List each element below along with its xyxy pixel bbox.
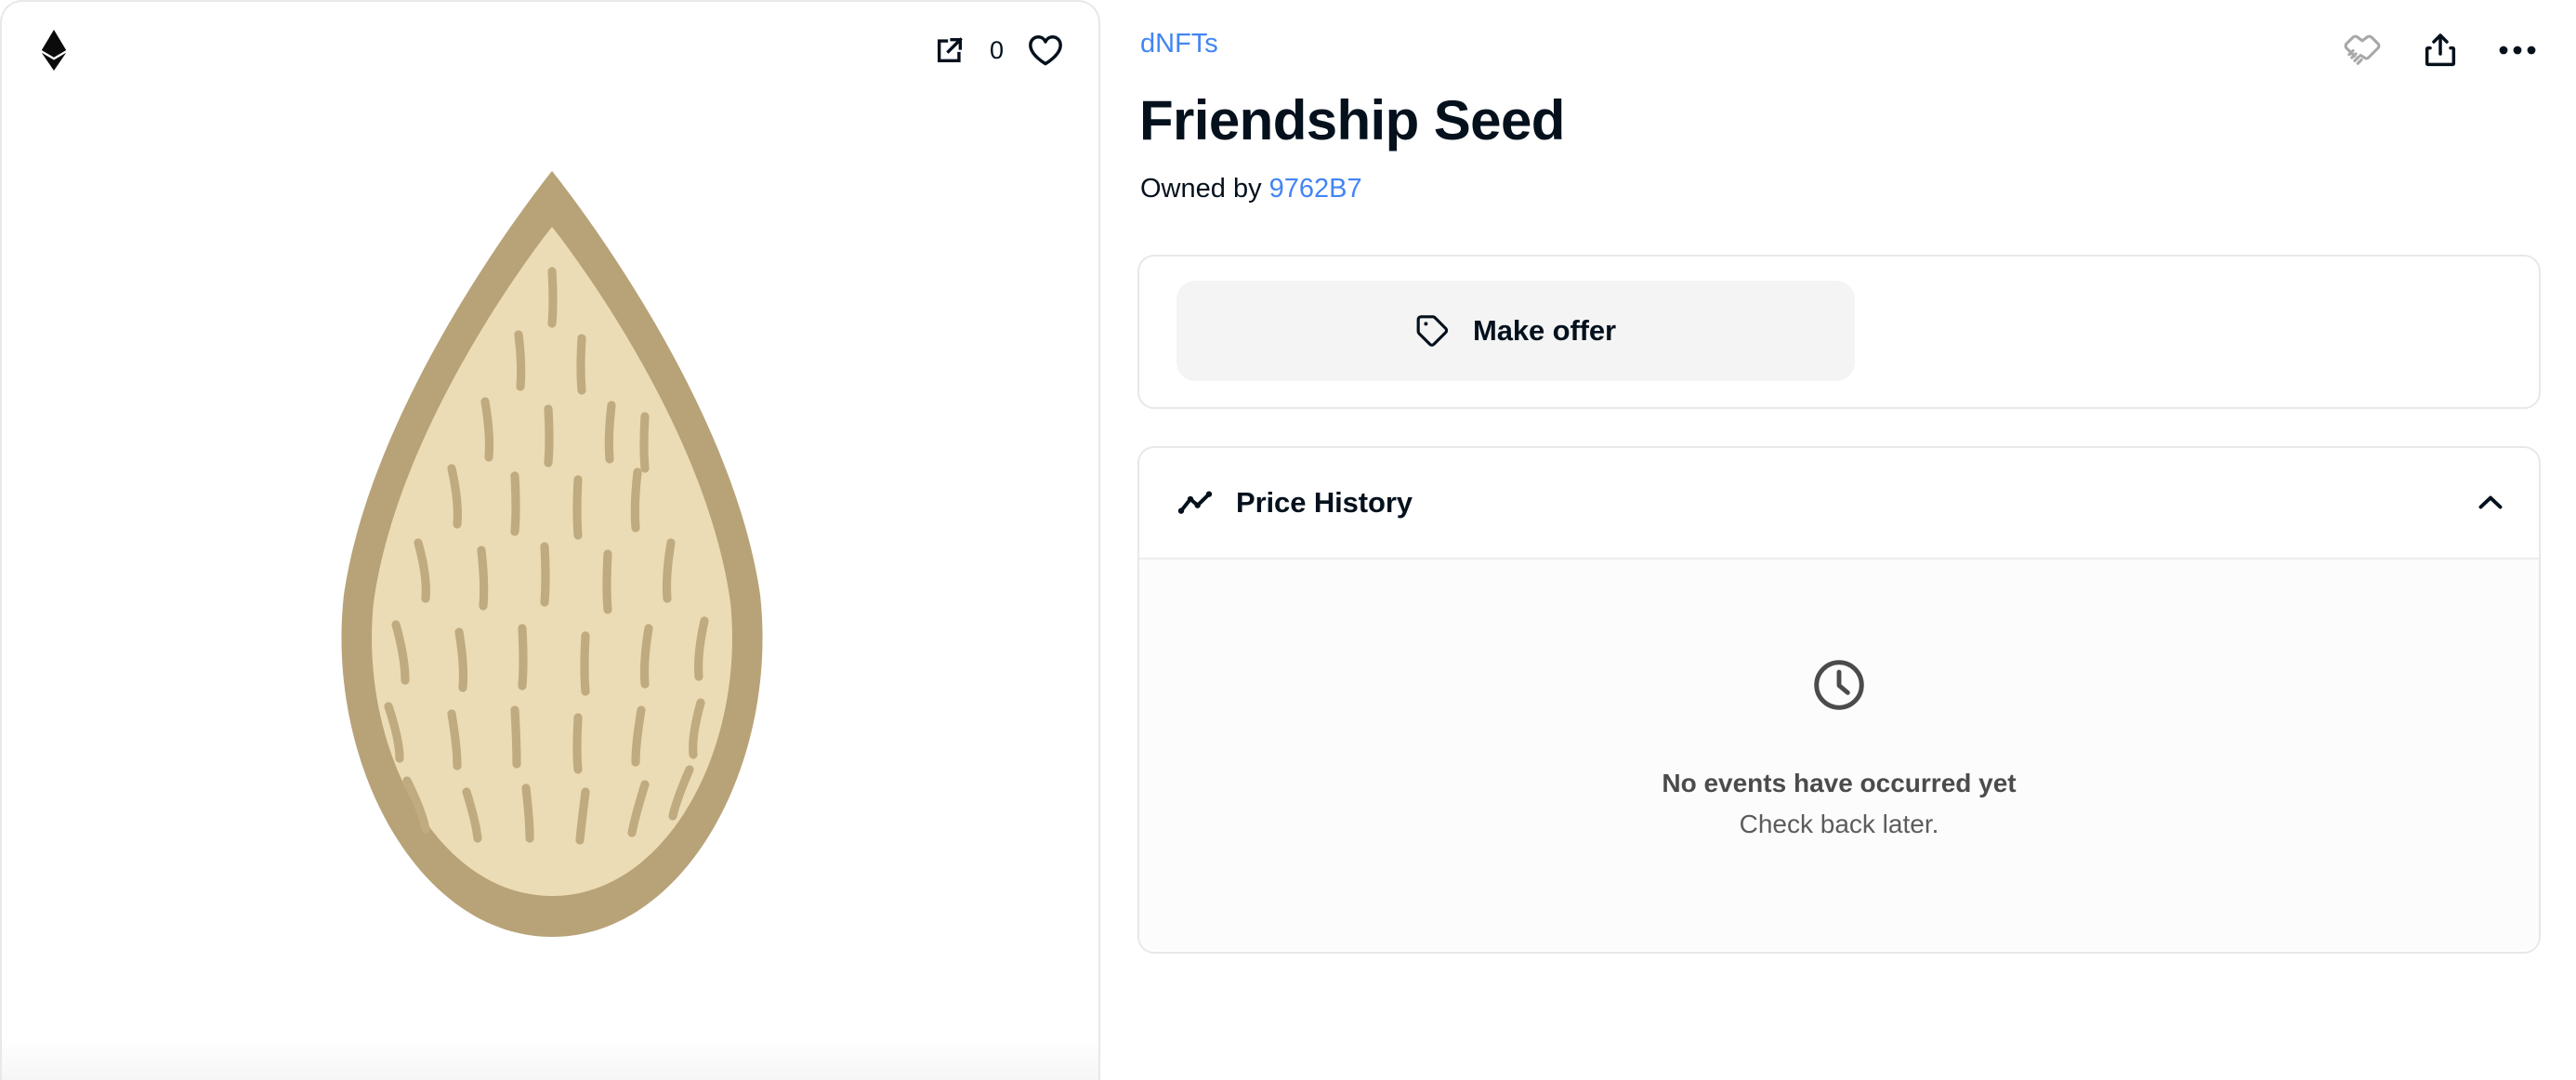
panel-bottom-fade [2,1037,1098,1080]
handshake-icon[interactable] [2342,30,2383,71]
friendship-seed-artwork [2,99,1098,1028]
offer-card-body: Make offer [1139,257,2539,407]
owned-by-label: Owned by [1140,173,1262,204]
activity-line-chart-icon [1176,484,1214,521]
ethereum-logo [33,30,74,71]
tag-icon [1415,313,1451,349]
chevron-up-icon[interactable] [2474,486,2507,520]
heart-icon[interactable] [1028,33,1063,67]
price-history-empty-state: No events have occurred yet Check back l… [1139,560,2539,951]
collection-link[interactable]: dNFTs [1137,26,1218,62]
price-history-card: Price History No events have occurred ye… [1137,446,2541,955]
favorite-count: 0 [989,35,1004,64]
make-offer-label: Make offer [1472,314,1617,348]
empty-state-subtitle: Check back later. [1739,809,1939,838]
asset-toolbar-actions: 0 [934,33,1063,67]
more-horizontal-icon[interactable] [2498,43,2537,58]
price-history-title: Price History [1236,486,1413,520]
empty-state-title: No events have occurred yet [1662,768,2017,797]
external-link-icon[interactable] [934,34,966,66]
asset-media-panel: 0 [0,0,1100,1080]
nft-asset-page: 0 dNFTs Friendship Seed Owned by 9762B7 … [0,0,2576,1080]
share-icon[interactable] [2422,32,2459,69]
price-history-header[interactable]: Price History [1139,448,2539,560]
detail-header: dNFTs [1137,0,2541,71]
asset-toolbar: 0 [2,2,1098,99]
owner-address-link[interactable]: 9762B7 [1269,174,1362,204]
make-offer-button[interactable]: Make offer [1176,281,1855,382]
asset-detail-panel: dNFTs Friendship Seed Owned by 9762B7 Ma… [1100,0,2576,1080]
owner-row: Owned by 9762B7 [1137,172,2541,207]
offer-card: Make offer [1137,255,2541,410]
detail-header-actions [2342,26,2541,71]
clock-icon [1810,656,1868,718]
page-title: Friendship Seed [1139,89,1565,151]
